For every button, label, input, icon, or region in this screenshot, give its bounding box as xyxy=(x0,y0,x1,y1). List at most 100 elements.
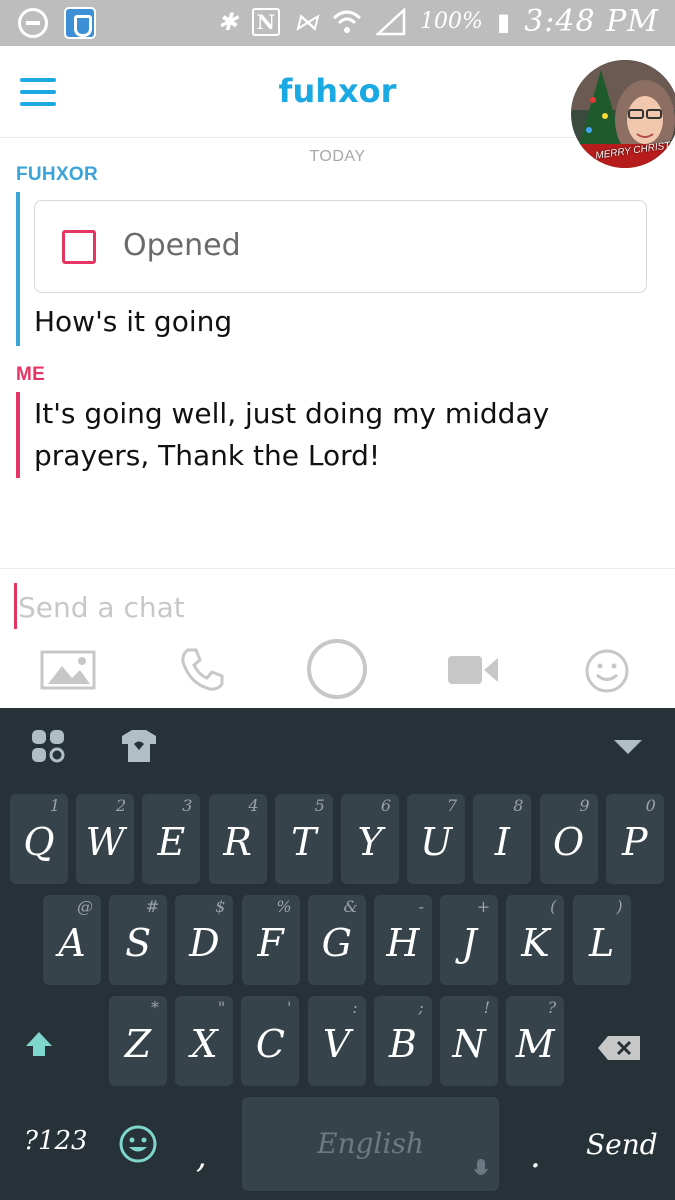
key-label: B xyxy=(388,1022,417,1066)
key-g[interactable]: & G xyxy=(307,895,366,985)
key-k[interactable]: (K xyxy=(506,895,565,985)
key-u[interactable]: 7U xyxy=(407,794,466,884)
keyboard-collapse-icon[interactable] xyxy=(614,738,642,761)
chat-input[interactable] xyxy=(18,585,618,629)
vibrate-mute-icon: ⋈ xyxy=(294,8,319,36)
bluetooth-icon: ✱ xyxy=(217,8,238,36)
key-h[interactable]: -H xyxy=(374,895,432,985)
send-key[interactable]: Send xyxy=(586,1128,658,1161)
symbols-key[interactable]: ?123 xyxy=(24,1126,88,1156)
key-label: L xyxy=(588,921,615,965)
key-l[interactable]: ) L xyxy=(572,895,631,985)
space-bar[interactable]: English xyxy=(242,1097,499,1191)
key-label: C xyxy=(255,1022,285,1066)
key-label: M xyxy=(515,1022,555,1066)
key-hint: @ xyxy=(77,897,93,916)
gallery-icon[interactable] xyxy=(40,650,96,695)
key-y[interactable]: 6Y xyxy=(341,794,399,884)
key-label: Y xyxy=(357,820,383,864)
key-hint: % xyxy=(276,897,292,916)
status-bar: ✱ N ⋈ 100% ▮ 3:48 PM xyxy=(0,0,675,46)
key-hint: ' xyxy=(286,998,292,1017)
shift-key[interactable] xyxy=(10,1000,68,1090)
key-hint: 2 xyxy=(116,796,127,815)
key-hint: + xyxy=(476,897,491,916)
key-e[interactable]: 3E xyxy=(142,794,201,884)
key-hint: : xyxy=(352,998,358,1017)
key-s[interactable]: # S xyxy=(109,895,168,985)
period-key[interactable]: . xyxy=(530,1136,541,1176)
keyboard-apps-icon[interactable] xyxy=(30,728,66,769)
keyboard-theme-icon[interactable] xyxy=(120,728,158,769)
battery-charging-icon: ▮ xyxy=(496,8,511,36)
key-hint: ) xyxy=(616,897,623,916)
key-z[interactable]: * Z xyxy=(109,996,167,1086)
key-label: F xyxy=(257,921,284,965)
key-w[interactable]: 2W xyxy=(76,794,135,884)
key-a[interactable]: @ A xyxy=(43,895,101,985)
key-label: G xyxy=(321,921,352,965)
text-cursor xyxy=(14,583,17,629)
key-label: U xyxy=(420,820,453,864)
key-c[interactable]: ' C xyxy=(241,996,300,1086)
key-hint: & xyxy=(343,897,358,916)
snap-status-label: Opened xyxy=(123,228,241,263)
key-o[interactable]: 9O xyxy=(539,794,598,884)
signal-icon xyxy=(376,8,406,36)
space-bar-language-label: English xyxy=(317,1127,424,1160)
key-hint: * xyxy=(151,998,159,1017)
key-hint: # xyxy=(145,897,160,916)
key-label: J xyxy=(461,921,477,965)
opened-snap-icon xyxy=(62,230,96,264)
key-v[interactable]: :V xyxy=(307,996,366,1086)
key-t[interactable]: 5T xyxy=(274,794,333,884)
key-label: O xyxy=(553,820,585,864)
key-label: W xyxy=(85,820,125,864)
key-label: K xyxy=(521,921,550,965)
backspace-key[interactable] xyxy=(596,1000,666,1090)
key-hint: " xyxy=(217,998,226,1017)
keyboard: 1Q2W3E4R5T6Y7U8I9O0P @ A # S $ D% F & G - H + J(K) L … xyxy=(0,708,675,1200)
key-label: P xyxy=(622,820,648,864)
video-call-icon[interactable] xyxy=(448,654,498,691)
key-label: Q xyxy=(23,820,55,864)
nfc-icon: N xyxy=(251,8,281,36)
keyboard-emoji-key[interactable] xyxy=(118,1124,158,1169)
key-q[interactable]: 1Q xyxy=(10,794,68,884)
key-n[interactable]: ! N xyxy=(440,996,498,1086)
key-f[interactable]: % F xyxy=(241,895,300,985)
key-j[interactable]: + J xyxy=(440,895,499,985)
key-p[interactable]: 0P xyxy=(605,794,664,884)
key-hint: 9 xyxy=(579,796,590,815)
avatar[interactable]: MERRY CHRISTMAS xyxy=(571,60,675,168)
clock: 3:48 PM xyxy=(524,4,659,39)
my-message[interactable]: It's going well, just doing my midday pr… xyxy=(34,393,594,477)
key-b[interactable]: ; B xyxy=(373,996,432,1086)
key-hint: ! xyxy=(483,998,490,1017)
key-label: D xyxy=(189,921,220,965)
key-label: V xyxy=(322,1022,351,1066)
key-i[interactable]: 8I xyxy=(473,794,532,884)
key-m[interactable]: ? M xyxy=(506,996,565,1086)
phone-icon[interactable] xyxy=(178,646,226,699)
sender-label-friend: FUHXOR xyxy=(16,164,99,185)
chat-input-area xyxy=(0,568,675,638)
key-hint: ? xyxy=(547,998,557,1017)
key-label: S xyxy=(125,921,152,965)
key-r[interactable]: 4R xyxy=(208,794,267,884)
snap-status-card[interactable]: Opened xyxy=(34,200,647,293)
sender-label-me: ME xyxy=(16,364,46,385)
key-hint: 8 xyxy=(513,796,524,815)
key-x[interactable]: " X xyxy=(175,996,234,1086)
comma-key[interactable]: , xyxy=(196,1136,207,1176)
keyboard-toolbar xyxy=(0,708,675,784)
key-d[interactable]: $ D xyxy=(175,895,234,985)
my-message-bar xyxy=(16,392,20,478)
friend-message[interactable]: How's it going xyxy=(34,301,232,343)
key-hint: 3 xyxy=(182,796,193,815)
app-notification-icon xyxy=(64,7,96,39)
date-divider: TODAY xyxy=(309,148,366,165)
capture-button[interactable] xyxy=(306,638,368,705)
emoji-icon[interactable] xyxy=(584,648,630,699)
key-hint: 1 xyxy=(49,796,60,815)
